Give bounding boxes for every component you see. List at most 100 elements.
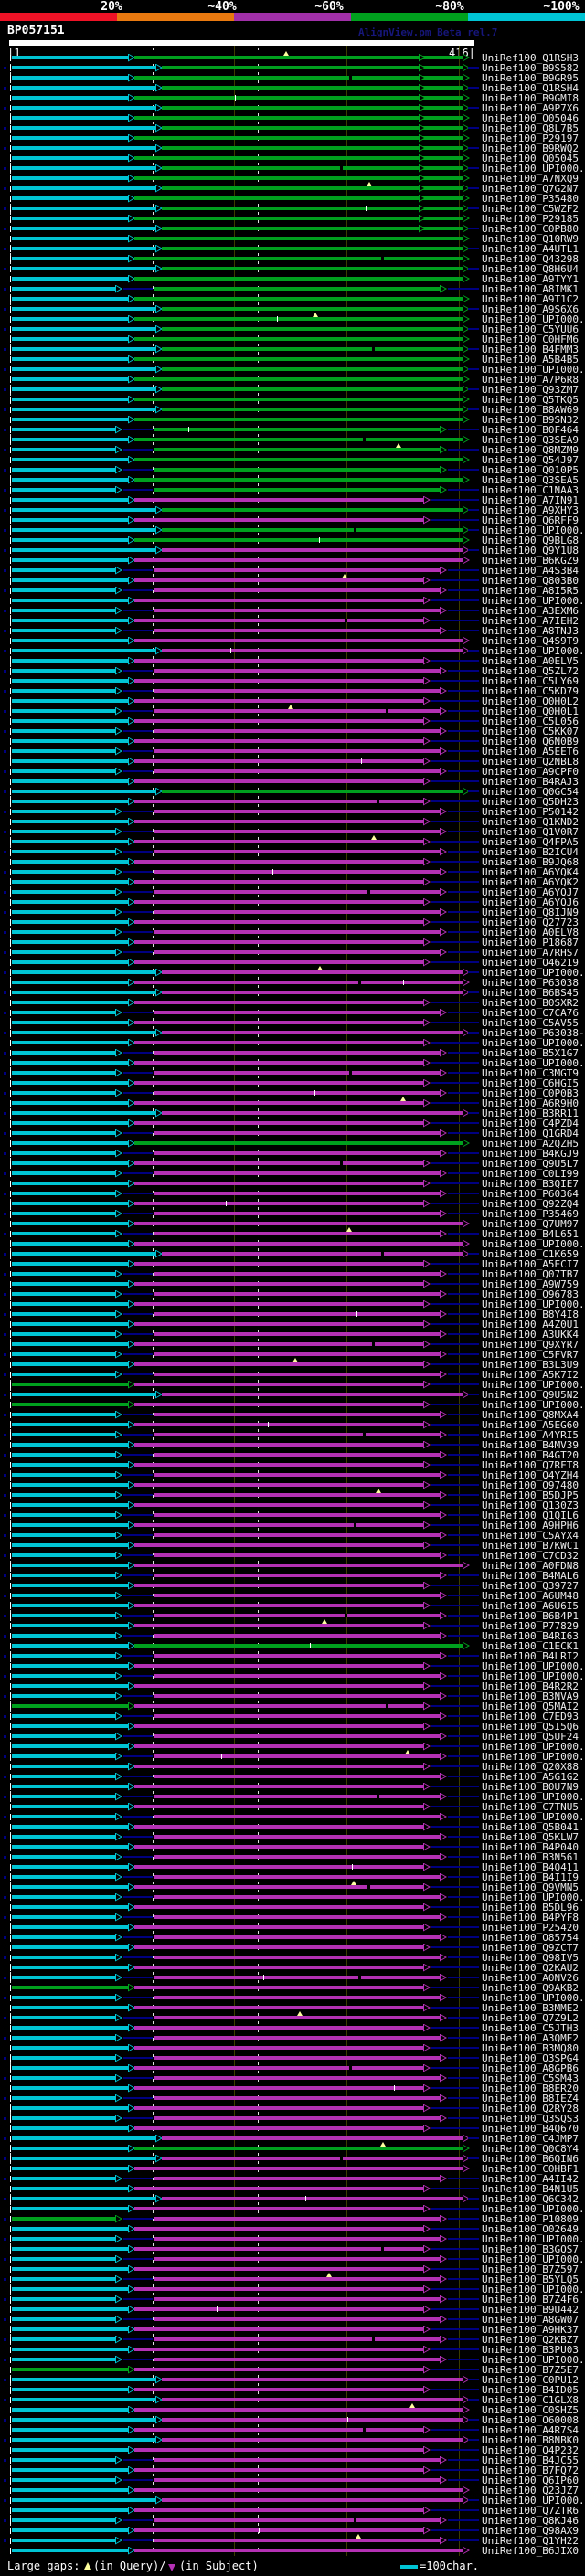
hit-label[interactable]: UniRef100_B6JIX0 [482,2546,579,2556]
hsp1-bar [12,1101,128,1105]
hsp1-bar [12,2488,128,2492]
row-start-tick [10,236,11,242]
row-anchor-dot [4,147,6,150]
unaligned-subject-line [431,2067,479,2069]
row-anchor-dot [4,790,6,793]
row-anchor-dot [4,268,6,270]
unaligned-subject-line [123,1313,153,1315]
hsp2-bar [134,217,463,220]
hsp1-bar [12,2207,128,2210]
unaligned-subject-line [448,1414,479,1415]
row-start-tick [10,1784,11,1790]
hsp2-bar [134,1885,423,1889]
hsp1-bar [12,287,115,291]
row-start-tick [10,2196,11,2202]
row-anchor-dot [4,770,6,773]
row-start-tick [10,2095,11,2102]
row-anchor-dot [4,1494,6,1497]
hsp1-bar [12,1413,115,1416]
hsp2-bar [154,2257,440,2261]
hsp1-bar [12,1161,128,1165]
hsp2-bar [134,478,463,482]
row-anchor-dot [4,991,6,994]
row-anchor-dot [4,1595,6,1597]
identity-scale-segment [234,13,351,21]
hsp2-bar [162,970,463,974]
hsp2-bar [154,1574,440,1577]
row-start-tick [10,65,11,71]
row-start-tick [10,567,11,574]
unaligned-subject-line [431,1323,479,1325]
unaligned-subject-line [123,1755,153,1757]
unaligned-subject-line [123,1012,153,1013]
hsp2-bar [134,176,463,180]
unaligned-subject-line [431,579,479,581]
gap-notch [363,2428,366,2432]
row-start-tick [10,1754,11,1760]
unaligned-subject-line [448,288,479,290]
unaligned-subject-line [123,2459,153,2461]
segment-boundary-tick [277,316,278,322]
hsp1-bar [12,900,128,904]
unaligned-subject-line [431,1745,479,1747]
hsp1-bar [12,1905,128,1909]
row-anchor-dot [4,2057,6,2060]
hsp1-bar [12,850,115,853]
unaligned-subject-line [468,147,479,149]
hsp1-bar [12,699,128,703]
row-start-tick [10,980,11,986]
hsp1-bar [12,518,128,522]
unaligned-subject-line [448,891,479,893]
row-start-tick [10,2236,11,2242]
hsp1-bar [12,950,115,954]
row-anchor-dot [4,1796,6,1798]
hsp2-bar [162,2418,463,2422]
unaligned-subject-line [448,1052,479,1054]
hsp1-bar [12,2116,115,2120]
unaligned-subject-line [123,2117,153,2119]
segment-boundary-tick [347,2417,348,2422]
row-start-tick [10,1904,11,1911]
hsp1-bar [12,1604,128,1607]
row-start-tick [10,135,11,142]
segment-boundary-tick [226,1201,227,1206]
gap-notch [367,1885,370,1889]
hsp2-bar [154,568,440,572]
hsp1-bar [12,1664,128,1668]
hsp2-bar [162,106,463,110]
row-anchor-dot [4,1836,6,1839]
hsp1-bar [12,1242,128,1246]
unaligned-subject-line [448,2258,479,2260]
hsp2-bar [134,2528,423,2532]
row-start-tick [10,1251,11,1257]
hsp1-bar [12,1714,115,1718]
row-start-tick [10,2316,11,2323]
row-start-tick [10,2085,11,2092]
hsp2-bar [134,2106,423,2110]
unaligned-subject-line [123,1675,153,1677]
row-start-tick [10,1804,11,1810]
row-start-tick [10,1191,11,1197]
segment-boundary-tick [259,2528,260,2533]
row-anchor-dot [4,1514,6,1517]
row-start-tick [10,326,11,333]
hsp2-bar [154,1071,440,1075]
hsp2-bar [134,1865,423,1869]
hsp2-bar [162,649,463,652]
unaligned-subject-line [123,1936,153,1938]
hsp1-bar [12,1795,115,1798]
unaligned-subject-line [123,589,153,591]
row-anchor-dot [4,971,6,974]
hsp1-bar [12,1523,128,1527]
hsp1-bar [12,1574,115,1577]
hsp1-bar [12,1463,128,1467]
hsp1-bar [12,2358,115,2361]
hsp1-bar [12,377,128,381]
hsp1-bar [12,1865,128,1869]
hsp1-bar [12,156,128,160]
hsp1-bar [12,759,128,763]
large-gap-query-icon [410,2403,415,2408]
row-start-tick [10,2538,11,2544]
hsp1-bar [12,1805,128,1808]
row-anchor-dot [4,348,6,351]
